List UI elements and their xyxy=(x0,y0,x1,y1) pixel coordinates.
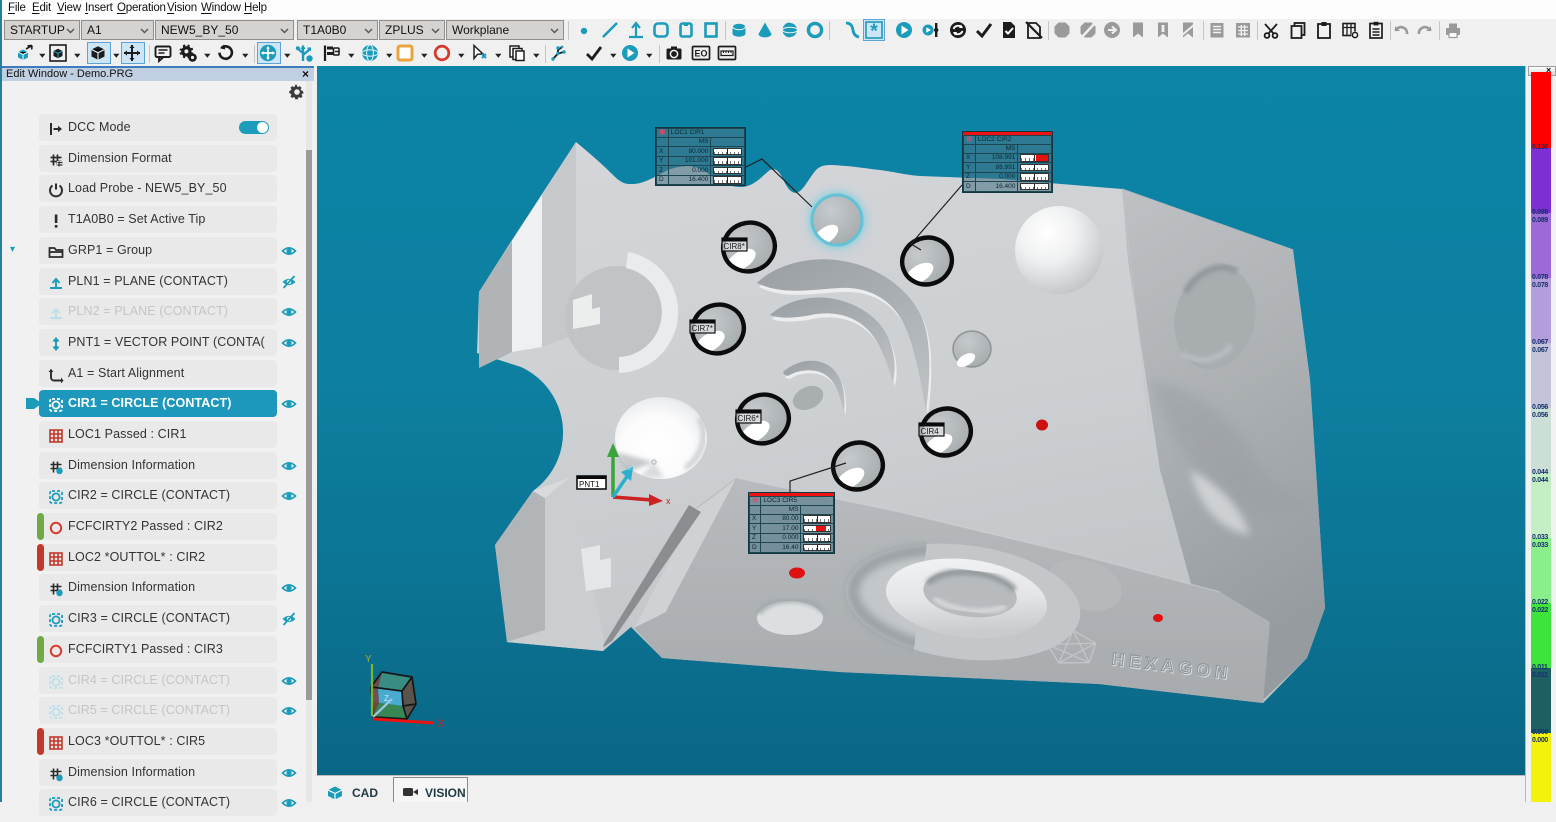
svg-text:EO: EO xyxy=(694,49,707,59)
svg-text:Y: Y xyxy=(365,654,372,665)
svg-text:Z: Z xyxy=(384,694,389,703)
svg-text:z: z xyxy=(628,463,632,472)
svg-text:CIR7*: CIR7* xyxy=(692,324,713,333)
svg-text:X: X xyxy=(437,718,445,730)
svg-text:*: * xyxy=(870,21,878,41)
svg-text:x: x xyxy=(666,496,671,506)
svg-text:CIR4: CIR4 xyxy=(921,427,940,436)
svg-text:CIR6*: CIR6* xyxy=(738,414,759,423)
svg-text:PNT1: PNT1 xyxy=(579,480,600,489)
svg-text:CIR8*: CIR8* xyxy=(724,242,745,251)
